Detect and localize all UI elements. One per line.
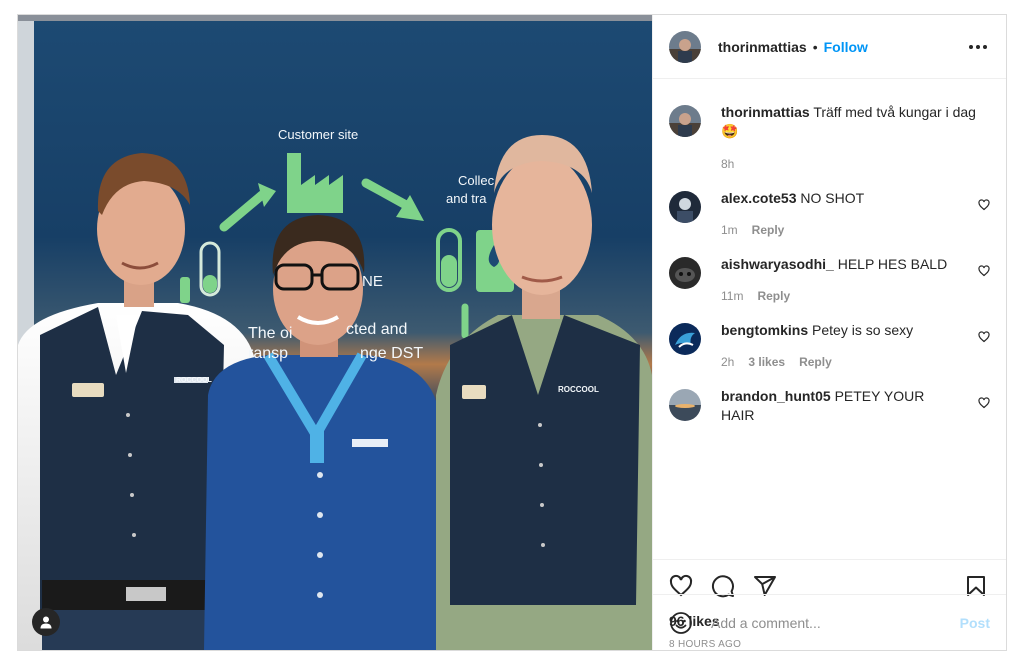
heart-icon[interactable]	[978, 199, 990, 211]
commenter-avatar[interactable]	[669, 191, 701, 223]
separator-dot: •	[812, 38, 818, 55]
instagram-post: Customer site Collec and tra NE The oi c…	[17, 14, 1007, 651]
tagged-people-button[interactable]	[32, 608, 60, 636]
commenter-avatar-image	[669, 323, 701, 355]
banner-oil-line2a: ransp	[248, 345, 289, 362]
banner-oil-line1b: cted and	[346, 321, 408, 338]
commenter-username[interactable]: bengtomkins	[721, 322, 808, 338]
caption: thorinmattias Träff med två kungar i dag…	[669, 103, 990, 171]
commenter-avatar[interactable]	[669, 389, 701, 421]
heart-icon[interactable]	[978, 397, 990, 409]
commenter-avatar-image	[669, 191, 701, 223]
vest-logo-right: ROCCOOL	[558, 385, 599, 394]
author-avatar[interactable]	[669, 30, 701, 63]
comment-text: NO SHOT	[800, 190, 865, 206]
follow-button[interactable]: Follow	[824, 39, 868, 55]
add-comment-bar: Post	[653, 594, 1006, 650]
caption-username[interactable]: thorinmattias	[721, 104, 810, 120]
caption-avatar[interactable]	[669, 105, 701, 137]
post-photo[interactable]: Customer site Collec and tra NE The oi c…	[18, 15, 652, 650]
commenter-avatar-image	[669, 257, 701, 289]
comment-item: bengtomkins Petey is so sexy 2h 3 likes …	[669, 321, 990, 369]
caption-text: thorinmattias Träff med två kungar i dag…	[721, 103, 990, 141]
comment-input[interactable]	[711, 614, 960, 631]
reply-button[interactable]: Reply	[757, 289, 790, 303]
comment-item: alex.cote53 NO SHOT 1m Reply	[669, 189, 990, 237]
photo-scene	[18, 15, 652, 650]
emoji-icon[interactable]	[669, 611, 693, 635]
reply-button[interactable]: Reply	[799, 355, 832, 369]
heart-icon[interactable]	[978, 265, 990, 277]
comment-likes[interactable]: 3 likes	[748, 355, 785, 369]
banner-collect-line1: Collec	[458, 173, 495, 188]
comments-list[interactable]: thorinmattias Träff med två kungar i dag…	[653, 79, 1006, 559]
post-comment-button[interactable]: Post	[960, 615, 990, 631]
post-header: thorinmattias • Follow	[653, 15, 1006, 79]
banner-collect-line2: and tra	[446, 191, 487, 206]
author-avatar-image	[669, 30, 701, 63]
banner-oil-line1a: The oi	[248, 325, 293, 342]
reply-button[interactable]: Reply	[752, 223, 785, 237]
commenter-username[interactable]: alex.cote53	[721, 190, 797, 206]
commenter-avatar-image	[669, 389, 701, 421]
heart-icon[interactable]	[978, 331, 990, 343]
comment-time: 2h	[721, 355, 735, 369]
comment-text: Petey is so sexy	[812, 322, 914, 338]
comment-time: 11m	[721, 289, 744, 303]
commenter-avatar[interactable]	[669, 257, 701, 289]
more-icon[interactable]	[966, 35, 990, 59]
caption-avatar-image	[669, 105, 701, 137]
person-icon	[40, 616, 52, 629]
banner-oil-line2b: nge DST	[360, 345, 424, 362]
post-sidebar: thorinmattias • Follow thorinmattias Trä…	[652, 15, 1006, 650]
author-username[interactable]: thorinmattias	[718, 39, 807, 55]
commenter-username[interactable]: brandon_hunt05	[721, 388, 831, 404]
comment-text: HELP HES BALD	[837, 256, 948, 272]
comment-time: 1m	[721, 223, 738, 237]
vest-logo-left: ROCCOOL	[176, 377, 212, 384]
commenter-avatar[interactable]	[669, 323, 701, 355]
caption-time: 8h	[721, 157, 735, 171]
comment-item: aishwaryasodhi_ HELP HES BALD 11m Reply	[669, 255, 990, 303]
banner-customer-site: Customer site	[278, 127, 359, 142]
banner-ne: NE	[362, 273, 383, 290]
commenter-username[interactable]: aishwaryasodhi_	[721, 256, 834, 272]
comment-item: brandon_hunt05 PETEY YOUR HAIR	[669, 387, 990, 425]
